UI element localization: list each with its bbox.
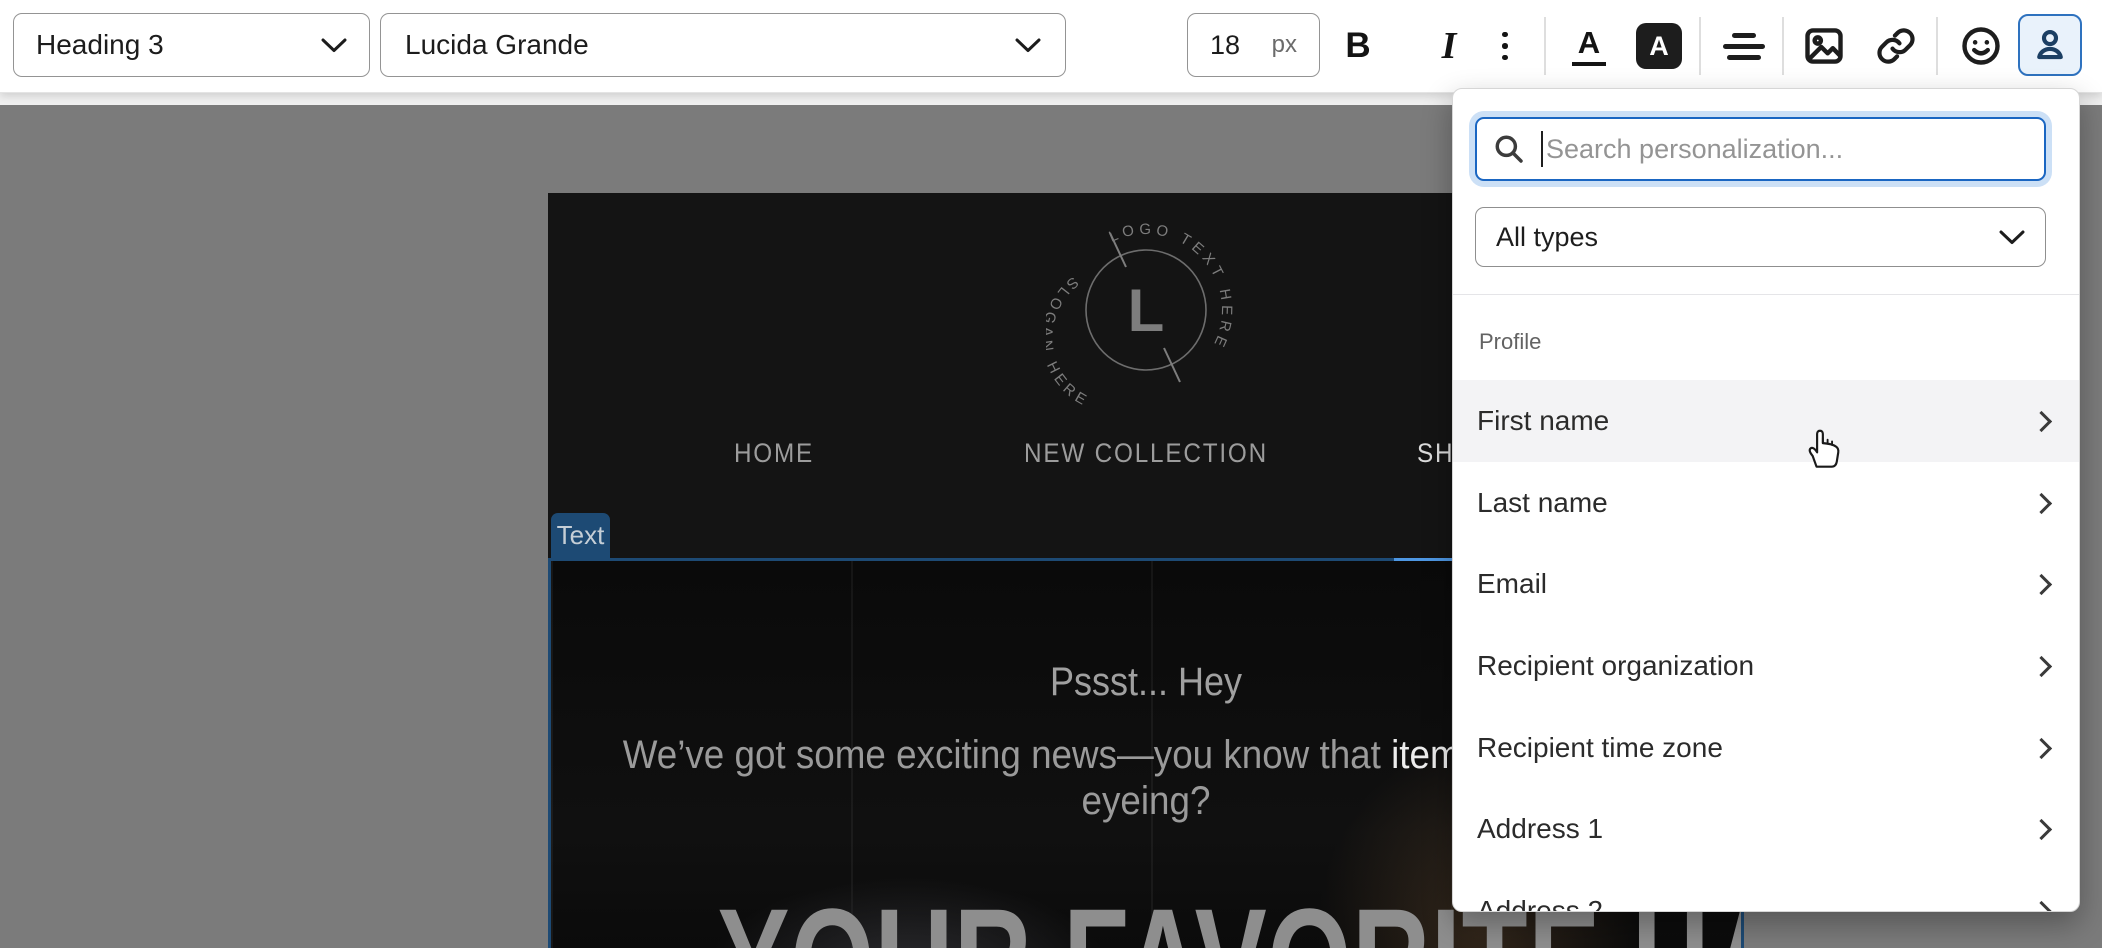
logo-slash-bottom xyxy=(1164,348,1180,382)
personalization-search-input[interactable]: Search personalization... xyxy=(1475,117,2046,181)
link-icon xyxy=(1875,25,1917,67)
brand-logo-emblem: LOGO TEXT HERE SLOGAN HERE L xyxy=(1046,210,1246,410)
text-color-button[interactable]: A xyxy=(1560,17,1618,75)
personalization-panel: Search personalization... All types Prof… xyxy=(1452,88,2080,912)
chevron-right-icon xyxy=(2031,492,2052,513)
font-family-dropdown[interactable]: Lucida Grande xyxy=(380,13,1066,77)
svg-text:LOGO TEXT HERE: LOGO TEXT HERE xyxy=(1106,221,1235,353)
chevron-down-icon xyxy=(1999,230,2025,245)
hero-paragraph-part3: eyeing? xyxy=(1082,779,1211,823)
highlight-color-button[interactable]: A xyxy=(1630,17,1688,75)
list-item-last-name[interactable]: Last name xyxy=(1453,462,2079,544)
text-color-icon: A xyxy=(1572,27,1606,66)
logo-top-arc-text: LOGO TEXT HERE xyxy=(1106,221,1235,353)
font-size-unit: px xyxy=(1272,31,1297,59)
emoji-smiley-icon xyxy=(1959,24,2003,68)
hero-headline: YOUR FAVORITE HAS xyxy=(718,886,1575,948)
text-cursor-caret xyxy=(1541,131,1543,167)
chevron-right-icon xyxy=(2031,737,2052,758)
chevron-right-icon xyxy=(2031,655,2052,676)
selected-block-tag[interactable]: Text xyxy=(551,513,610,558)
search-placeholder: Search personalization... xyxy=(1546,134,1843,165)
list-item-address-1[interactable]: Address 1 xyxy=(1453,788,2079,870)
list-item-recipient-time-zone[interactable]: Recipient time zone xyxy=(1453,707,2079,789)
selection-border-top-highlight xyxy=(1394,558,1452,561)
chevron-right-icon xyxy=(2031,573,2052,594)
list-item-address-2[interactable]: Address 2 xyxy=(1453,870,2079,912)
more-options-button[interactable] xyxy=(1476,17,1534,75)
list-item-recipient-organization[interactable]: Recipient organization xyxy=(1453,625,2079,707)
chevron-right-icon xyxy=(2031,900,2052,912)
list-item-first-name[interactable]: First name xyxy=(1453,380,2079,462)
nav-item-new-collection: NEW COLLECTION xyxy=(1024,438,1268,469)
logo-monogram: L xyxy=(1128,277,1165,344)
insert-link-button[interactable] xyxy=(1867,17,1925,75)
chevron-down-icon xyxy=(1015,38,1041,53)
highlight-color-icon: A xyxy=(1636,23,1682,69)
email-editor-app: LOGO TEXT HERE SLOGAN HERE L HOME NEW CO… xyxy=(0,0,2102,948)
block-tag-label: Text xyxy=(557,520,605,551)
chevron-down-icon xyxy=(321,38,347,53)
type-filter-dropdown[interactable]: All types xyxy=(1475,207,2046,267)
list-item-email[interactable]: Email xyxy=(1453,543,2079,625)
italic-button[interactable]: I xyxy=(1420,17,1478,75)
bold-icon: B xyxy=(1345,26,1370,66)
more-options-icon xyxy=(1502,32,1508,61)
svg-text:SLOGAN HERE: SLOGAN HERE xyxy=(1046,273,1093,410)
person-icon xyxy=(2031,26,2069,64)
toolbar-separator xyxy=(1936,17,1938,75)
toolbar-separator xyxy=(1699,17,1701,75)
insert-emoji-button[interactable] xyxy=(1952,17,2010,75)
toolbar-separator xyxy=(1782,17,1784,75)
chevron-right-icon xyxy=(2031,410,2052,431)
personalization-button-active[interactable] xyxy=(2018,14,2082,76)
nav-item-home: HOME xyxy=(734,438,814,469)
chevron-right-icon xyxy=(2031,818,2052,839)
italic-icon: I xyxy=(1442,24,1457,68)
type-filter-value: All types xyxy=(1496,222,1598,253)
panel-divider xyxy=(1453,294,2079,295)
image-icon xyxy=(1802,24,1846,68)
insert-image-button[interactable] xyxy=(1795,17,1853,75)
font-family-value: Lucida Grande xyxy=(405,29,589,61)
logo-bottom-arc-text: SLOGAN HERE xyxy=(1046,273,1093,410)
paragraph-style-dropdown[interactable]: Heading 3 xyxy=(13,13,370,77)
align-center-icon xyxy=(1723,33,1765,60)
formatting-toolbar: Heading 3 Lucida Grande 18 px B I A A xyxy=(0,0,2102,93)
bold-button[interactable]: B xyxy=(1329,17,1387,75)
hero-paragraph-part1: We’ve got some exciting news—you know th… xyxy=(623,733,1391,777)
alignment-button[interactable] xyxy=(1715,17,1773,75)
paragraph-style-value: Heading 3 xyxy=(36,29,164,61)
font-size-field[interactable]: 18 px xyxy=(1187,13,1320,77)
toolbar-separator xyxy=(1544,17,1546,75)
selection-border-left xyxy=(548,558,551,948)
font-size-value: 18 xyxy=(1210,30,1240,61)
section-label-profile: Profile xyxy=(1479,329,1541,355)
search-icon xyxy=(1493,133,1525,165)
